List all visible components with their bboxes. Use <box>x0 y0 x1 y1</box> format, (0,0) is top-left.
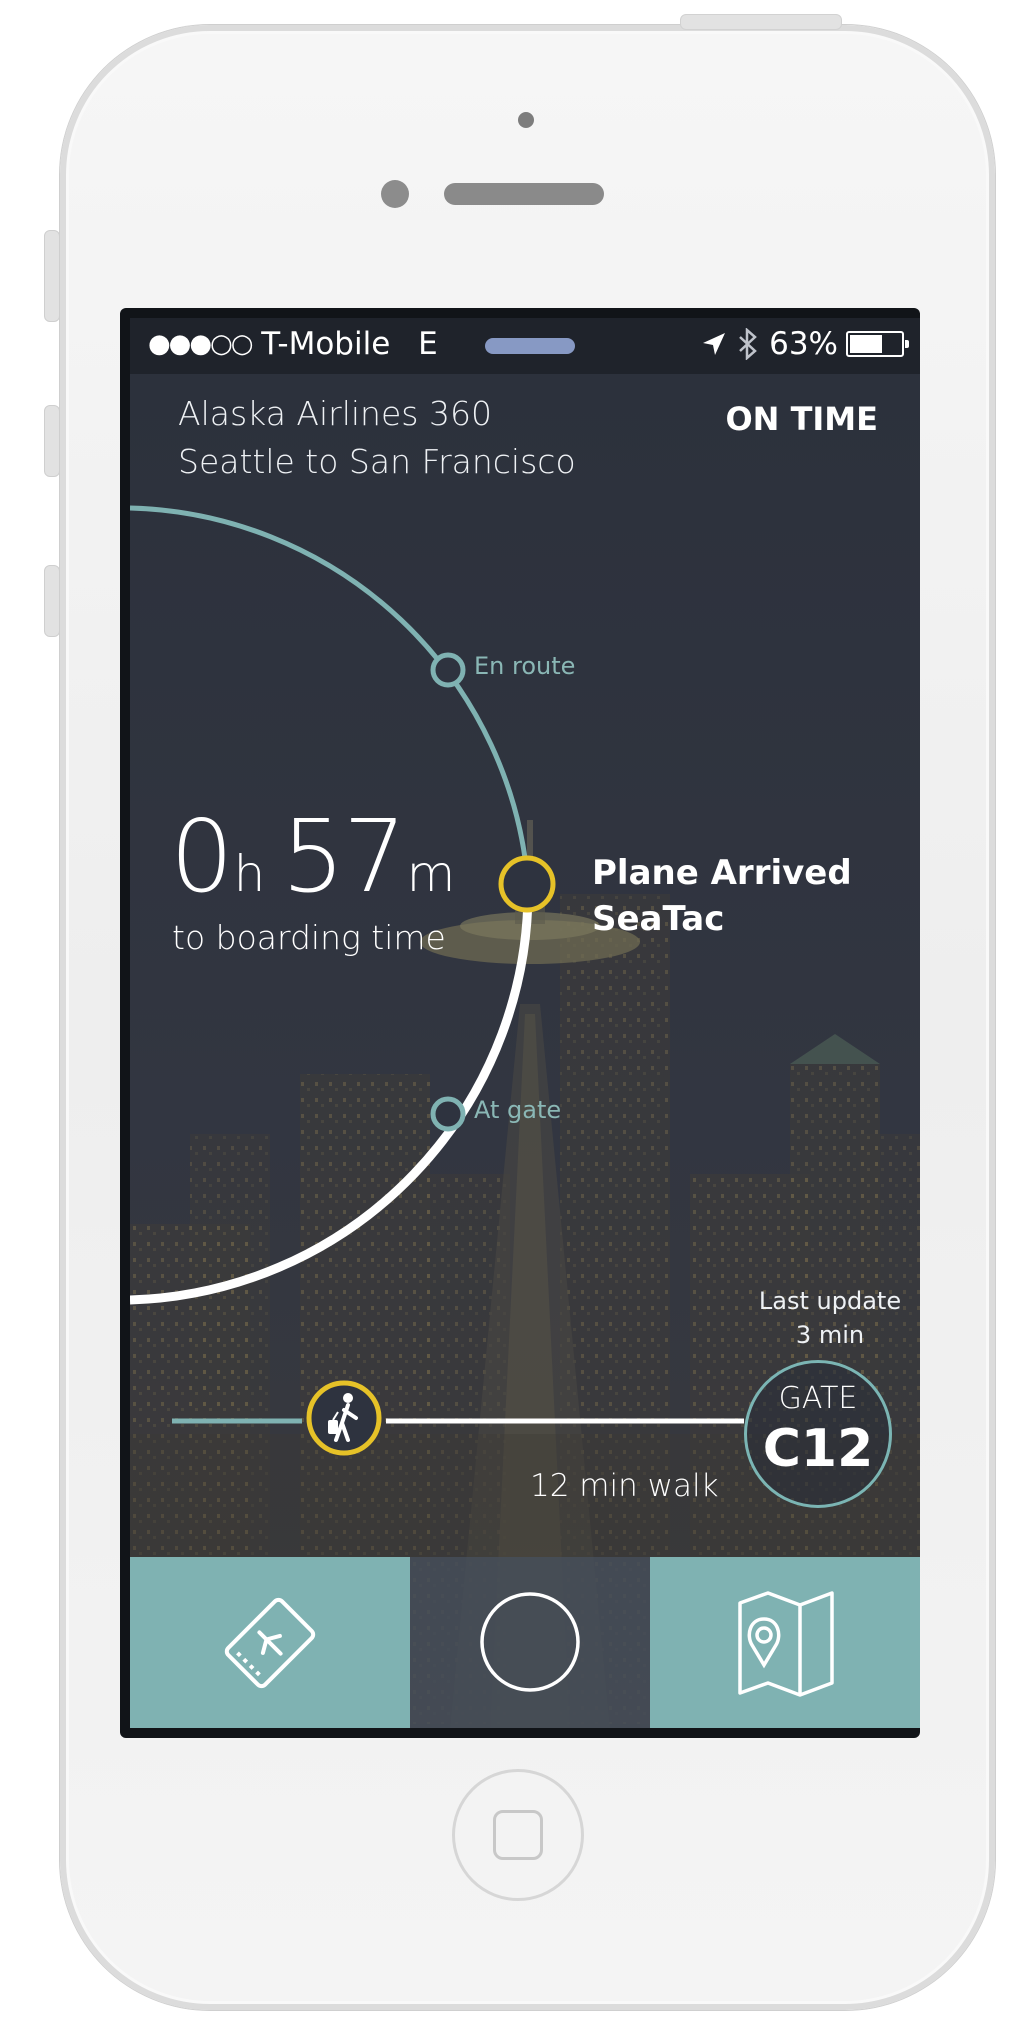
gate-badge[interactable]: GATE C12 <box>744 1360 892 1508</box>
volume-up-button <box>44 405 60 477</box>
countdown-minutes: 57 <box>281 798 406 915</box>
gate-label: GATE <box>778 1381 858 1416</box>
circle-icon <box>480 1592 580 1692</box>
home-square-icon <box>493 1810 543 1860</box>
countdown-hours: 0 <box>170 798 234 915</box>
current-status-line1: Plane Arrived <box>592 853 852 893</box>
tab-boarding-pass[interactable] <box>130 1557 410 1728</box>
front-camera <box>518 112 534 128</box>
last-update: Last update 3 min <box>730 1284 920 1352</box>
volume-down-button <box>44 565 60 637</box>
earpiece-speaker <box>444 183 604 205</box>
power-button <box>680 14 842 30</box>
proximity-sensor <box>381 180 409 208</box>
walking-traveler-icon[interactable] <box>304 1378 384 1458</box>
tab-bar <box>130 1557 920 1728</box>
gate-number: C12 <box>762 1419 874 1479</box>
last-update-label: Last update <box>758 1287 902 1315</box>
boarding-pass-icon <box>224 1597 316 1689</box>
app-screen: ●●●○○ T-Mobile E 63% Alaska Airlines 360… <box>130 318 920 1728</box>
tab-map[interactable] <box>650 1557 920 1728</box>
tab-home[interactable] <box>410 1557 650 1728</box>
mute-switch <box>44 230 60 322</box>
boarding-countdown: 0h 57m <box>170 798 471 915</box>
countdown-label: to boarding time <box>172 918 446 957</box>
current-status-marker[interactable] <box>498 855 556 913</box>
home-button[interactable] <box>452 1769 584 1901</box>
current-status-line2: SeaTac <box>592 899 725 939</box>
current-status-text: Plane Arrived SeaTac <box>592 850 852 942</box>
milestone-at-gate-marker[interactable] <box>430 1096 466 1132</box>
milestone-label-en-route: En route <box>474 652 576 680</box>
milestone-label-at-gate: At gate <box>474 1096 562 1124</box>
map-pin-icon <box>738 1591 834 1697</box>
countdown-hours-unit: h <box>233 845 266 903</box>
last-update-value: 3 min <box>795 1321 865 1349</box>
walk-time-label: 12 min walk <box>530 1468 719 1504</box>
milestone-en-route-marker[interactable] <box>430 652 466 688</box>
countdown-minutes-unit: m <box>406 845 456 903</box>
